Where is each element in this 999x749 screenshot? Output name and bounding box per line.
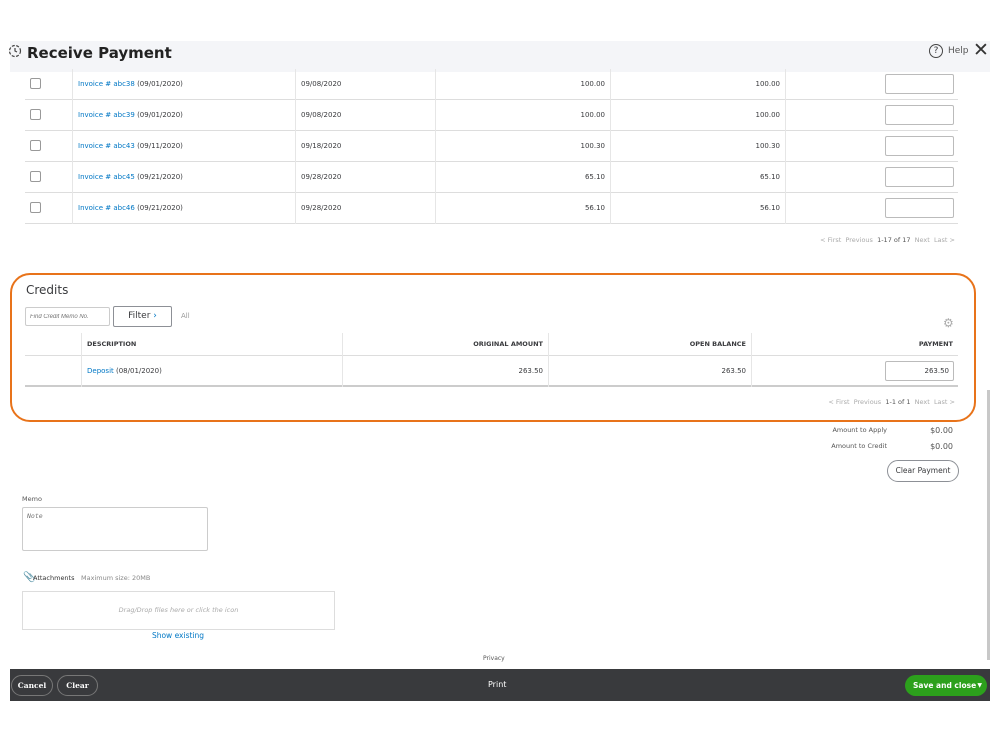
recent-transactions-icon[interactable] xyxy=(8,44,22,58)
credit-original-amount: 263.50 xyxy=(342,356,548,387)
invoice-link[interactable]: Invoice # abc45 xyxy=(78,173,135,181)
invoice-link[interactable]: Invoice # abc39 xyxy=(78,111,135,119)
invoice-link[interactable]: Invoice # abc46 xyxy=(78,204,135,212)
column-open-balance: OPEN BALANCE xyxy=(548,333,751,356)
close-icon[interactable]: ✕ xyxy=(973,39,989,61)
invoice-date: (09/21/2020) xyxy=(137,204,183,212)
open-balance: 65.10 xyxy=(610,162,785,193)
attachment-dropzone[interactable]: Drag/Drop files here or click the icon xyxy=(22,591,335,630)
pager-last[interactable]: Last > xyxy=(934,236,955,244)
column-payment: PAYMENT xyxy=(751,333,958,356)
pager-range: 1-1 of 1 xyxy=(885,398,911,406)
table-row: Invoice # abc38 (09/01/2020) 09/08/2020 … xyxy=(25,69,958,100)
payment-input[interactable] xyxy=(885,74,954,94)
pager-previous[interactable]: Previous xyxy=(845,236,872,244)
clear-payment-button[interactable]: Clear Payment xyxy=(887,460,959,482)
original-amount: 100.00 xyxy=(435,100,610,131)
page-title: Receive Payment xyxy=(27,44,172,62)
memo-textarea[interactable] xyxy=(22,507,208,551)
cancel-button[interactable]: Cancel xyxy=(11,675,53,696)
filter-value: All xyxy=(181,312,190,320)
attachments-label: Attachments xyxy=(33,574,75,582)
deposit-date: (08/01/2020) xyxy=(116,367,162,375)
payment-input[interactable] xyxy=(885,167,954,187)
invoice-link[interactable]: Invoice # abc38 xyxy=(78,80,135,88)
credit-row: Deposit (08/01/2020) 263.50 263.50 263.5… xyxy=(25,356,958,387)
payment-input[interactable] xyxy=(885,136,954,156)
help-link[interactable]: Help xyxy=(948,46,969,56)
invoice-date: (09/11/2020) xyxy=(137,142,183,150)
credit-memo-search-input[interactable] xyxy=(25,307,110,326)
scrollbar[interactable] xyxy=(987,390,990,660)
invoice-link[interactable]: Invoice # abc43 xyxy=(78,142,135,150)
row-checkbox[interactable] xyxy=(30,109,41,120)
credits-pagination: < First Previous 1-1 of 1 Next Last > xyxy=(828,398,955,406)
pager-first[interactable]: < First xyxy=(828,398,849,406)
due-date: 09/08/2020 xyxy=(295,69,435,100)
invoice-date: (09/21/2020) xyxy=(137,173,183,181)
show-existing-link[interactable]: Show existing xyxy=(140,631,216,640)
payment-input[interactable] xyxy=(885,105,954,125)
invoice-date: (09/01/2020) xyxy=(137,111,183,119)
table-row: Invoice # abc45 (09/21/2020) 09/28/2020 … xyxy=(25,162,958,193)
pager-range: 1-17 of 17 xyxy=(877,236,911,244)
due-date: 09/18/2020 xyxy=(295,131,435,162)
max-size-note: Maximum size: 20MB xyxy=(81,574,151,582)
open-balance: 100.00 xyxy=(610,100,785,131)
due-date: 09/28/2020 xyxy=(295,162,435,193)
gear-icon[interactable]: ⚙ xyxy=(943,316,954,330)
invoice-pagination: < First Previous 1-17 of 17 Next Last > xyxy=(820,236,955,244)
table-row: Invoice # abc39 (09/01/2020) 09/08/2020 … xyxy=(25,100,958,131)
table-row: Invoice # abc43 (09/11/2020) 09/18/2020 … xyxy=(25,131,958,162)
open-balance: 56.10 xyxy=(610,193,785,224)
pager-next[interactable]: Next xyxy=(915,236,930,244)
privacy-link[interactable]: Privacy xyxy=(483,655,505,662)
pager-first[interactable]: < First xyxy=(820,236,841,244)
row-checkbox[interactable] xyxy=(30,78,41,89)
due-date: 09/28/2020 xyxy=(295,193,435,224)
credit-open-balance: 263.50 xyxy=(548,356,751,387)
amount-to-apply-value: $0.00 xyxy=(930,426,953,435)
original-amount: 100.00 xyxy=(435,69,610,100)
chevron-right-icon: › xyxy=(153,311,157,321)
original-amount: 100.30 xyxy=(435,131,610,162)
save-and-close-button[interactable]: Save and close ▼ xyxy=(905,675,987,696)
pager-previous[interactable]: Previous xyxy=(854,398,881,406)
print-button[interactable]: Print xyxy=(488,680,506,689)
due-date: 09/08/2020 xyxy=(295,100,435,131)
row-checkbox[interactable] xyxy=(30,140,41,151)
open-balance: 100.00 xyxy=(610,69,785,100)
original-amount: 65.10 xyxy=(435,162,610,193)
column-description: DESCRIPTION xyxy=(81,333,342,356)
amount-to-apply-label: Amount to Apply xyxy=(832,426,887,434)
filter-label: Filter xyxy=(128,311,151,321)
amount-to-credit-label: Amount to Credit xyxy=(831,442,887,450)
open-balance: 100.30 xyxy=(610,131,785,162)
original-amount: 56.10 xyxy=(435,193,610,224)
deposit-link[interactable]: Deposit xyxy=(87,367,114,375)
help-icon[interactable]: ? xyxy=(929,44,943,58)
caret-down-icon[interactable]: ▼ xyxy=(977,675,982,696)
row-checkbox[interactable] xyxy=(30,171,41,182)
row-checkbox[interactable] xyxy=(30,202,41,213)
memo-label: Memo xyxy=(22,495,42,503)
credits-title: Credits xyxy=(26,283,69,297)
column-original-amount: ORIGINAL AMOUNT xyxy=(342,333,548,356)
filter-button[interactable]: Filter › xyxy=(113,306,172,327)
invoice-date: (09/01/2020) xyxy=(137,80,183,88)
pager-last[interactable]: Last > xyxy=(934,398,955,406)
table-row: Invoice # abc46 (09/21/2020) 09/28/2020 … xyxy=(25,193,958,224)
credits-header-row: DESCRIPTION ORIGINAL AMOUNT OPEN BALANCE… xyxy=(25,333,958,356)
amount-to-credit-value: $0.00 xyxy=(930,442,953,451)
save-and-close-label: Save and close xyxy=(913,681,977,690)
clear-button[interactable]: Clear xyxy=(57,675,98,696)
payment-input[interactable] xyxy=(885,198,954,218)
credit-payment-input[interactable]: 263.50 xyxy=(885,361,954,381)
pager-next[interactable]: Next xyxy=(915,398,930,406)
